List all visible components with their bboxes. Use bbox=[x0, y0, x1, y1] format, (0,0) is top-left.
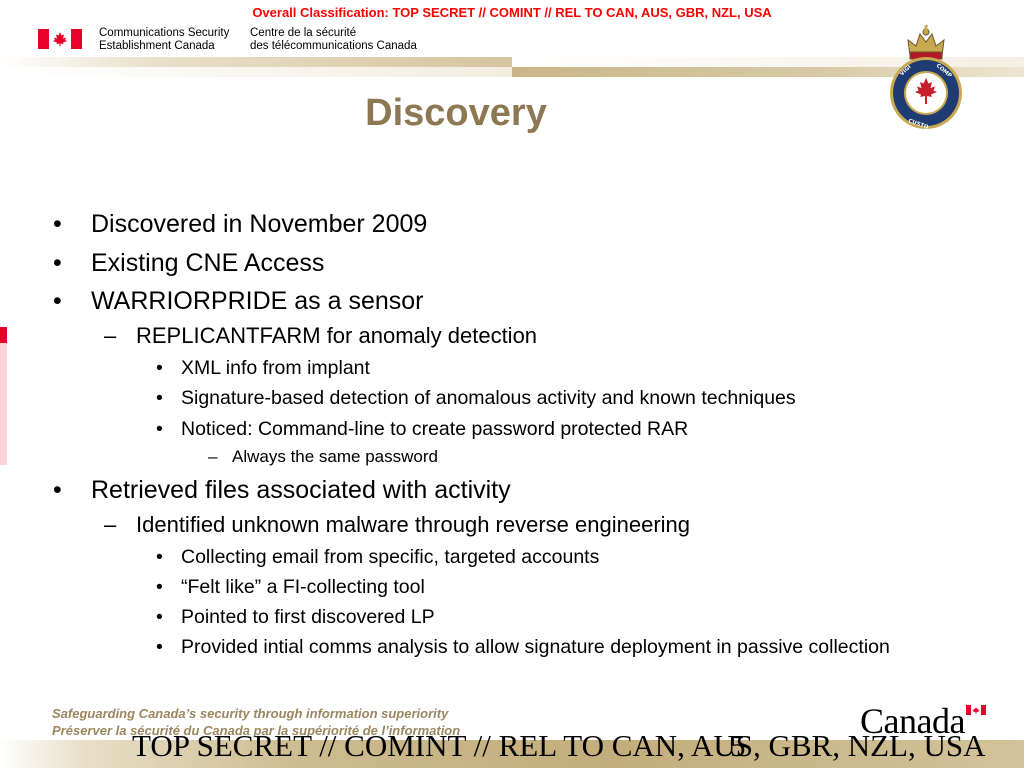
bullet-item: – Always the same password bbox=[208, 447, 438, 466]
org-name-english-line1: Communications Security bbox=[99, 27, 230, 39]
bullet-item: – REPLICANTFARM for anomaly detection bbox=[104, 323, 538, 348]
classification-banner-bottom: TOP SECRET // COMINT // REL TO CAN, AUS,… bbox=[132, 728, 986, 763]
bullet-item: • Pointed to first discovered LP bbox=[156, 606, 435, 628]
org-name-french: Centre de la sécurité des télécommunicat… bbox=[250, 27, 417, 53]
bullet-item: • Existing CNE Access bbox=[53, 249, 325, 277]
slide-title: Discovery bbox=[365, 92, 547, 134]
classification-banner-top: Overall Classification: TOP SECRET // CO… bbox=[252, 5, 772, 20]
bullet-item: – Identified unknown malware through reve… bbox=[104, 512, 691, 537]
left-edge-marker bbox=[0, 327, 7, 343]
org-name-english: Communications Security Establishment Ca… bbox=[99, 27, 229, 53]
org-name-french-line2: des télécommunications Canada bbox=[250, 40, 417, 52]
canada-flag-icon bbox=[38, 29, 82, 49]
org-name-english-line2: Establishment Canada bbox=[99, 40, 215, 52]
bullet-item: • XML info from implant bbox=[156, 357, 370, 379]
bullet-item: • Noticed: Command-line to create passwor… bbox=[156, 418, 689, 440]
tagline-english: Safeguarding Canada’s security through i… bbox=[52, 706, 449, 721]
org-name-french-line1: Centre de la sécurité bbox=[250, 27, 357, 39]
bullet-item: • Discovered in November 2009 bbox=[53, 210, 428, 238]
bullet-item: • Retrieved files associated with activit… bbox=[53, 476, 511, 504]
bullet-item: • Signature-based detection of anomalous … bbox=[156, 387, 796, 409]
bullet-item: • “Felt like” a FI-collecting tool bbox=[156, 576, 425, 598]
bullet-item: • Provided intial comms analysis to allow… bbox=[156, 636, 890, 658]
bullet-item: • Collecting email from specific, targete… bbox=[156, 546, 600, 568]
header-divider-band bbox=[0, 57, 1024, 77]
bullet-item: • WARRIORPRIDE as a sensor bbox=[53, 287, 424, 315]
left-edge-highlight bbox=[0, 343, 7, 465]
page-number: 5 bbox=[730, 728, 746, 763]
wordmark-flag-icon bbox=[966, 705, 986, 715]
